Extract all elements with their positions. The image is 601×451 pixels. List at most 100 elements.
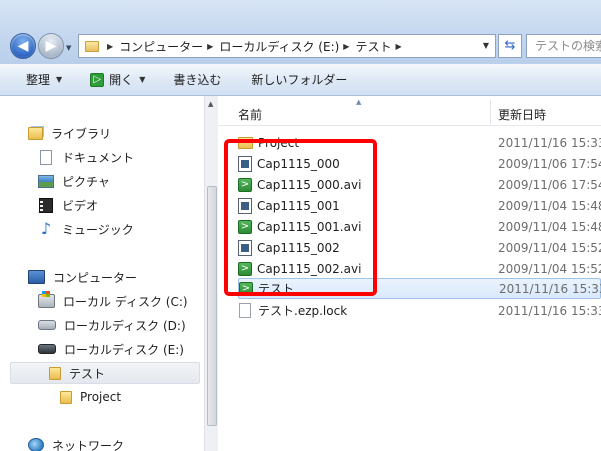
nav-item-libraries[interactable]: ライブラリ: [28, 122, 111, 144]
chevron-right-icon[interactable]: ▶: [395, 42, 401, 51]
library-icon: [28, 126, 43, 140]
nav-label: Project: [80, 390, 122, 404]
document-icon: [40, 149, 52, 165]
nav-item-drive-d[interactable]: ローカルディスク (D:): [38, 314, 186, 336]
chevron-right-icon[interactable]: ▶: [207, 42, 213, 51]
project-file-icon: >: [239, 281, 253, 296]
file-icon: [238, 239, 252, 256]
scroll-up-icon[interactable]: ▲: [208, 100, 213, 108]
new-folder-button[interactable]: 新しいフォルダー: [243, 68, 355, 92]
column-header-name[interactable]: 名前: [238, 106, 262, 123]
file-name: Cap1115_000.avi: [257, 177, 362, 192]
nav-label: ローカル ディスク (C:): [63, 294, 188, 309]
blank-file-icon: [239, 303, 251, 318]
nav-label: ミュージック: [62, 222, 134, 237]
breadcrumb-computer[interactable]: コンピューター: [119, 38, 203, 55]
file-row[interactable]: > Cap1115_002.avi 2009/11/04 15:52: [238, 258, 601, 279]
file-row[interactable]: Cap1115_002 2009/11/04 15:52: [238, 237, 601, 258]
recent-pages-dropdown-icon[interactable]: ▼: [66, 44, 71, 52]
nav-label: ビデオ: [62, 198, 99, 213]
file-date: 2011/11/16 15:33: [498, 303, 601, 318]
file-icon: [238, 197, 252, 214]
avi-file-icon: >: [238, 261, 252, 276]
file-row[interactable]: Project 2011/11/16 15:33: [238, 132, 601, 153]
chevron-down-icon: ▼: [56, 75, 63, 84]
nav-label: ネットワーク: [52, 438, 125, 451]
nav-label: ピクチャ: [62, 174, 110, 189]
file-name: Cap1115_002: [257, 240, 340, 255]
file-name: Cap1115_000: [257, 156, 340, 171]
breadcrumb-drive-e[interactable]: ローカルディスク (E:): [219, 38, 339, 55]
avi-file-icon: >: [238, 219, 252, 234]
breadcrumb-test[interactable]: テスト: [355, 38, 391, 55]
organize-label: 整理: [26, 73, 51, 87]
nav-item-drive-c[interactable]: ローカル ディスク (C:): [38, 290, 188, 312]
file-name: テスト: [258, 282, 295, 296]
column-header: 名前 ▲ 更新日時: [218, 96, 601, 126]
file-date: 2009/11/04 15:52: [498, 240, 601, 255]
drive-icon: [38, 320, 56, 330]
nav-item-videos[interactable]: ビデオ: [38, 194, 98, 216]
folder-icon: [85, 40, 99, 52]
arrow-left-icon: ◀: [17, 38, 29, 54]
file-name: Cap1115_002.avi: [257, 261, 362, 276]
nav-label: ローカルディスク (D:): [64, 318, 186, 333]
arrow-right-icon: ▶: [45, 38, 57, 54]
nav-label: テスト: [69, 366, 106, 381]
refresh-button[interactable]: ⇆: [498, 34, 522, 58]
music-note-icon: ♪: [40, 219, 52, 238]
column-divider[interactable]: [490, 100, 491, 124]
nav-item-documents[interactable]: ドキュメント: [38, 146, 134, 168]
chevron-down-icon: ▼: [139, 75, 146, 84]
nav-label: ドキュメント: [62, 150, 135, 165]
nav-item-music[interactable]: ♪ ミュージック: [38, 218, 134, 240]
search-input[interactable]: テストの検索: [526, 34, 601, 58]
file-name: Cap1115_001: [257, 198, 340, 213]
file-row[interactable]: テスト.ezp.lock 2011/11/16 15:33: [238, 300, 601, 321]
nav-label: ローカルディスク (E:): [64, 342, 184, 357]
nav-item-computer[interactable]: コンピューター: [28, 266, 137, 288]
address-bar[interactable]: ▶ コンピューター ▶ ローカルディスク (E:) ▶ テスト ▶ ▼: [78, 34, 496, 58]
nav-item-pictures[interactable]: ピクチャ: [38, 170, 110, 192]
file-row[interactable]: Cap1115_001 2009/11/04 15:48: [238, 195, 601, 216]
sort-ascending-icon: ▲: [356, 98, 362, 106]
file-row[interactable]: Cap1115_000 2009/11/06 17:54: [238, 153, 601, 174]
file-row[interactable]: > Cap1115_001.avi 2009/11/04 15:48: [238, 216, 601, 237]
chevron-right-icon[interactable]: ▶: [107, 42, 113, 51]
file-row-selected[interactable]: > テスト 2011/11/16 15:33: [238, 278, 601, 299]
nav-label: ライブラリ: [51, 126, 112, 141]
nav-item-drive-e[interactable]: ローカルディスク (E:): [38, 338, 184, 360]
burn-button[interactable]: 書き込む: [165, 68, 229, 92]
address-history-dropdown-icon[interactable]: ▼: [483, 41, 489, 50]
forward-button[interactable]: ▶: [38, 33, 64, 59]
nav-item-network[interactable]: ネットワーク: [28, 434, 124, 451]
network-icon: [28, 438, 44, 451]
drive-icon: [38, 344, 56, 354]
command-bar: 整理 ▼ ▷ 開く ▼ 書き込む 新しいフォルダー: [0, 64, 601, 96]
open-button[interactable]: ▷ 開く ▼: [82, 68, 153, 92]
chevron-right-icon[interactable]: ▶: [343, 42, 349, 51]
organize-button[interactable]: 整理 ▼: [18, 68, 70, 92]
file-name: Cap1115_001.avi: [257, 219, 362, 234]
avi-file-icon: >: [238, 177, 252, 192]
file-date: 2009/11/06 17:54: [498, 156, 601, 171]
column-header-modified[interactable]: 更新日時: [498, 106, 546, 123]
file-name: テスト.ezp.lock: [258, 304, 348, 318]
folder-icon: [49, 366, 61, 380]
scrollbar-thumb[interactable]: [207, 186, 217, 426]
back-button[interactable]: ◀: [10, 33, 36, 59]
nav-item-test-folder[interactable]: テスト: [10, 362, 200, 384]
refresh-icon: ⇆: [504, 38, 516, 53]
folder-icon: [60, 390, 72, 404]
navigation-scrollbar[interactable]: ▲: [204, 96, 218, 451]
file-row[interactable]: > Cap1115_000.avi 2009/11/06 17:54: [238, 174, 601, 195]
file-name: Project: [258, 135, 300, 150]
file-date: 2009/11/04 15:48: [498, 219, 601, 234]
picture-icon: [38, 174, 54, 188]
file-icon: [238, 155, 252, 172]
system-drive-icon: [38, 291, 55, 308]
nav-item-project-folder[interactable]: Project: [60, 386, 121, 408]
folder-icon: [238, 136, 253, 149]
film-icon: [39, 197, 53, 213]
file-date: 2011/11/16 15:33: [498, 135, 601, 150]
